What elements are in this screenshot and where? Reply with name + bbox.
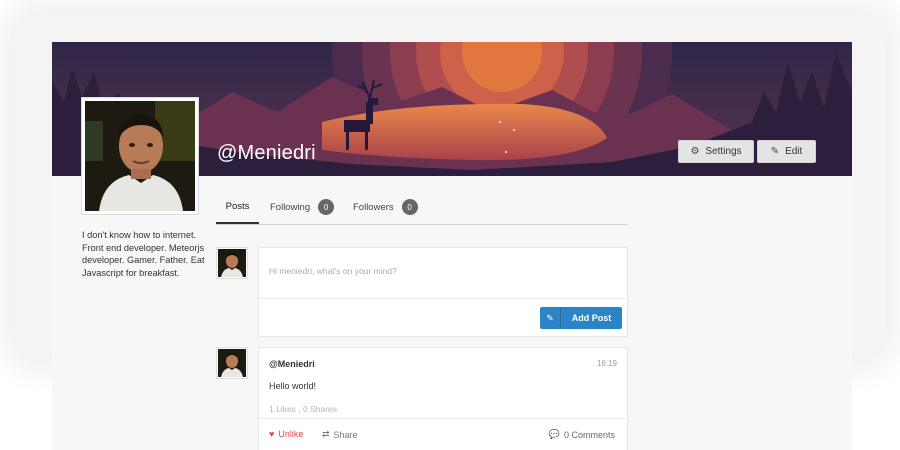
composer-input[interactable]: Hi meniedri, what's on your mind? [259,248,627,299]
share-label: Share [333,429,358,440]
post-composer: Hi meniedri, what's on your mind? ✎ Add … [258,247,628,337]
add-post-button[interactable]: ✎ Add Post [540,307,622,329]
edit-label: Edit [785,146,803,157]
add-post-label: Add Post [571,313,612,323]
post-time: 16:19 [596,359,617,368]
post-author[interactable]: @Meniedri [269,359,315,369]
tab-followers-label: Followers [353,201,394,213]
tab-following-label: Following [270,201,311,213]
tab-followers[interactable]: Followers 0 [353,191,418,223]
gear-icon: ⚙ [690,146,700,157]
comments-button[interactable]: 💬 0 Comments [549,429,615,440]
followers-count-badge: 0 [401,199,418,215]
retweet-icon: ⇄ [322,429,330,439]
unlike-button[interactable]: ♥ Unlike [269,429,303,439]
brush-icon: ✎ [770,146,780,157]
heart-icon: ♥ [269,429,275,439]
profile-card: @Meniedri ⚙ Settings ✎ Edit I don't know… [52,42,852,450]
post-actions: ♥ Unlike ⇄ Share 💬 0 Comments [259,418,627,449]
share-button[interactable]: ⇄ Share [322,429,358,440]
composer-avatar-photo [218,249,246,277]
comment-icon: 💬 [548,429,560,439]
post-avatar-photo [218,349,246,377]
settings-label: Settings [705,146,742,157]
edit-button[interactable]: ✎ Edit [757,140,816,163]
settings-button[interactable]: ⚙ Settings [678,140,754,163]
avatar-photo [85,101,195,211]
composer-avatar [216,247,248,279]
edit-icon: ✎ [540,307,561,329]
tab-following[interactable]: Following 0 [270,191,335,223]
comments-label: 0 Comments [563,429,615,440]
post-author-avatar[interactable] [216,347,248,379]
post-card: @Meniedri 16:19 Hello world! 1 Likes , 0… [258,347,628,450]
profile-avatar[interactable] [81,97,199,215]
tab-posts-label: Posts [225,201,250,212]
profile-tabs: Posts Following 0 Followers 0 [216,191,628,225]
profile-bio: I don't know how to internet. Front end … [82,230,205,278]
post-text: Hello world! [269,381,317,391]
post-stats: 1 Likes , 0 Shares [269,404,338,414]
profile-username: @Meniedri [217,142,316,164]
following-count-badge: 0 [318,199,335,215]
unlike-label: Unlike [278,429,304,439]
tab-posts[interactable]: Posts [216,191,259,224]
